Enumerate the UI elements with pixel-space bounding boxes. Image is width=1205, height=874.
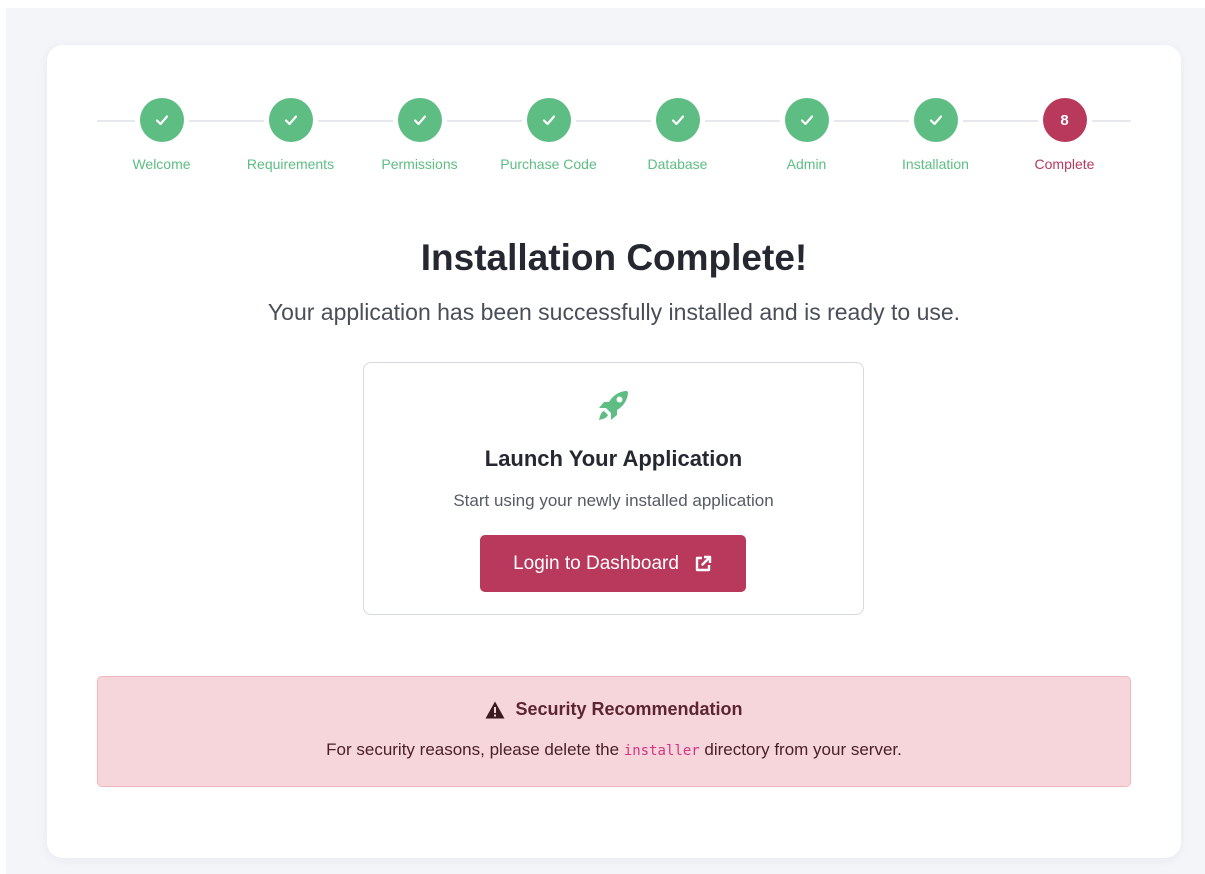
alert-title: Security Recommendation [515, 699, 743, 719]
step-label: Installation [902, 156, 969, 172]
installation-stepper: Welcome Requirements Permissions Purchas… [97, 98, 1131, 188]
step-welcome: Welcome [97, 98, 226, 172]
check-icon [284, 115, 297, 126]
check-icon [542, 115, 555, 126]
step-database: Database [613, 98, 742, 172]
step-label: Database [647, 156, 708, 172]
alert-heading: Security Recommendation [98, 699, 1130, 720]
launch-title: Launch Your Application [484, 446, 743, 471]
check-icon [671, 115, 684, 126]
step-label: Requirements [246, 156, 335, 172]
step-purchase-code: Purchase Code [484, 98, 613, 172]
launch-subtitle: Start using your newly installed applica… [453, 491, 774, 510]
check-icon [800, 115, 813, 126]
page-background: Welcome Requirements Permissions Purchas… [0, 0, 1205, 874]
step-requirements: Requirements [226, 98, 355, 172]
step-label: Permissions [381, 156, 458, 172]
page-title: Installation Complete! [420, 237, 808, 278]
launch-application-panel: Launch Your Application Start using your… [363, 362, 864, 615]
step-complete-circle [655, 98, 700, 142]
step-complete: 8 Complete [1000, 98, 1129, 172]
rocket-icon [599, 391, 628, 420]
step-label: Admin [786, 156, 827, 172]
login-to-dashboard-button[interactable]: Login to Dashboard [480, 535, 746, 592]
page-subtitle: Your application has been successfully i… [267, 299, 961, 325]
step-complete-circle [397, 98, 442, 142]
step-complete-circle [784, 98, 829, 142]
step-number-circle: 8 [1042, 98, 1087, 142]
step-complete-circle [268, 98, 313, 142]
step-complete-circle [526, 98, 571, 142]
step-complete-circle [139, 98, 184, 142]
step-installation: Installation [871, 98, 1000, 172]
external-link-icon [695, 555, 712, 571]
step-label: Welcome [132, 156, 191, 172]
step-permissions: Permissions [355, 98, 484, 172]
installer-card: Welcome Requirements Permissions Purchas… [47, 45, 1181, 858]
alert-message: For security reasons, please delete the … [98, 740, 1130, 760]
alert-text-before: For security reasons, please delete the [326, 740, 620, 759]
login-button-label: Login to Dashboard [513, 552, 679, 574]
check-icon [413, 115, 426, 126]
step-label: Complete [1034, 156, 1095, 172]
check-icon [155, 115, 168, 126]
step-admin: Admin [742, 98, 871, 172]
alert-text-after: directory from your server. [704, 740, 902, 759]
security-recommendation-alert: Security Recommendation For security rea… [97, 676, 1131, 787]
step-label: Purchase Code [500, 156, 597, 172]
step-complete-circle [913, 98, 958, 142]
installer-directory-code: installer [623, 743, 700, 759]
check-icon [929, 115, 942, 126]
warning-icon [485, 701, 505, 718]
